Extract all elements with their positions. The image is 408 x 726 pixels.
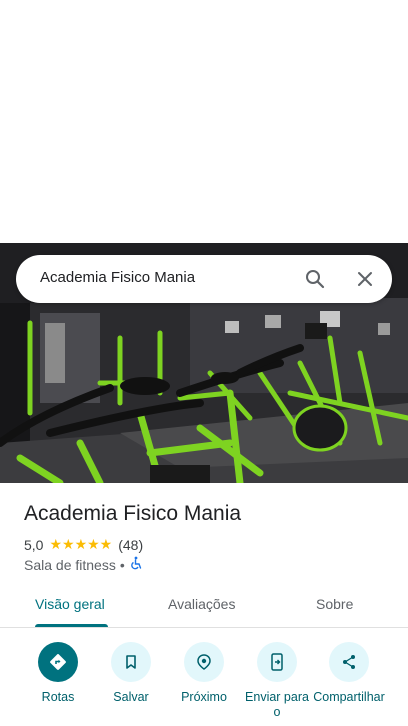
place-tabs: Visão geral Avaliações Sobre (0, 584, 408, 628)
review-count: (48) (118, 536, 144, 553)
search-bar[interactable]: Academia Fisico Mania (16, 255, 392, 303)
share-icon (329, 642, 369, 682)
directions-icon (38, 642, 78, 682)
rating-row[interactable]: 5,0 ★★★★★ (48) (24, 536, 143, 553)
map-area-blank (0, 0, 408, 243)
rating-value: 5,0 (24, 536, 44, 553)
send-to-phone-icon (257, 642, 297, 682)
share-button[interactable]: Compartilhar (312, 642, 386, 705)
nearby-label: Próximo (181, 690, 227, 704)
send-to-phone-button[interactable]: Enviar para o (240, 642, 314, 720)
nearby-button[interactable]: Próximo (167, 642, 241, 705)
directions-label: Rotas (41, 690, 75, 704)
action-buttons-row: Rotas Salvar Próximo Enviar para o Compa… (0, 642, 408, 726)
star-rating-icon: ★★★★★ (49, 536, 113, 552)
save-label: Salvar (113, 690, 149, 704)
directions-button[interactable]: Rotas (21, 642, 95, 705)
category-row: Sala de fitness • (24, 556, 143, 573)
wheelchair-accessible-icon (129, 556, 143, 573)
search-icon[interactable] (303, 267, 327, 291)
place-category: Sala de fitness (24, 556, 116, 573)
close-icon[interactable] (353, 267, 377, 291)
save-button[interactable]: Salvar (94, 642, 168, 705)
tab-reviews[interactable]: Avaliações (168, 596, 235, 612)
share-label: Compartilhar (313, 690, 385, 704)
tab-overview[interactable]: Visão geral (35, 596, 105, 612)
place-title: Academia Fisico Mania (24, 502, 242, 525)
tab-active-indicator (35, 624, 108, 627)
bookmark-icon (111, 642, 151, 682)
separator-dot: • (119, 556, 125, 573)
tab-about[interactable]: Sobre (316, 596, 353, 612)
send-to-phone-label: Enviar para o (245, 690, 309, 719)
nearby-icon (184, 642, 224, 682)
search-query-text[interactable]: Academia Fisico Mania (40, 269, 195, 286)
